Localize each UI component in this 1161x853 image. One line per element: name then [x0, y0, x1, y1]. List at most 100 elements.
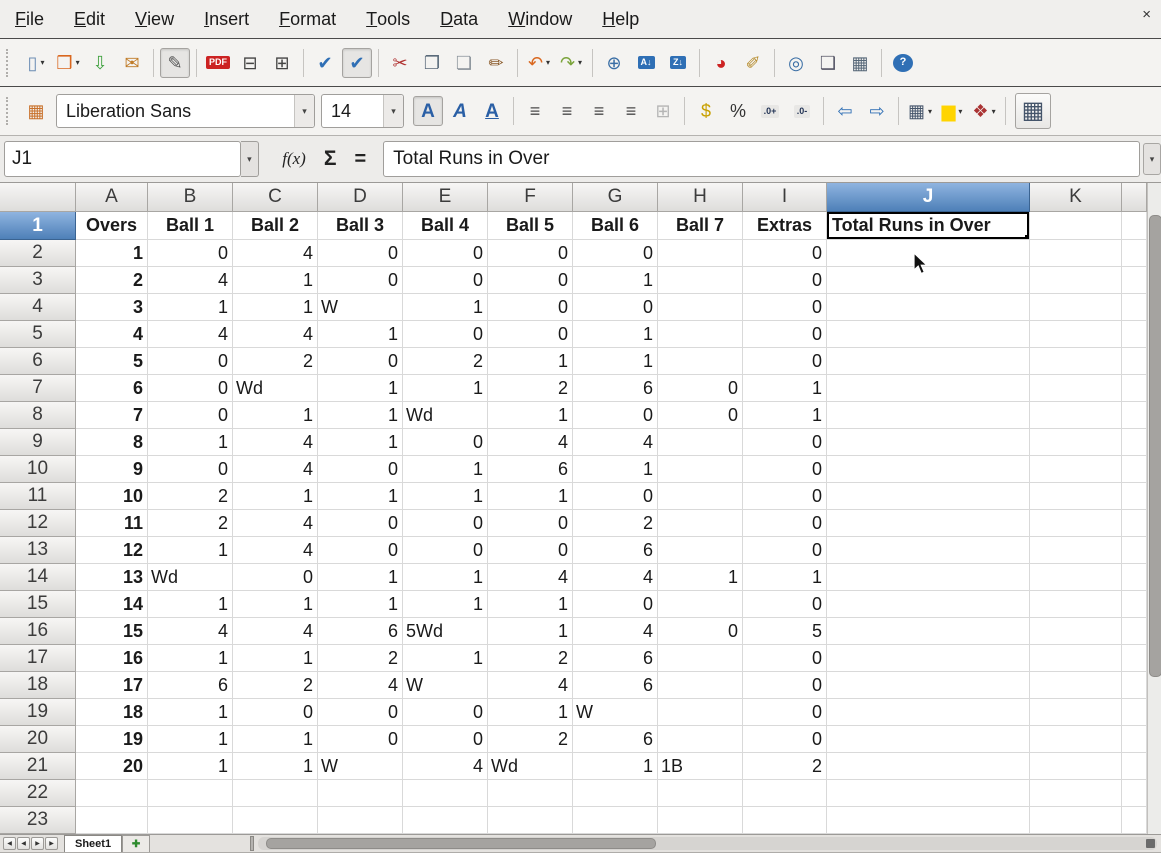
font-size-combo[interactable]: 14 ▾	[321, 94, 404, 128]
cell-G21[interactable]: 1	[573, 753, 658, 780]
row-header-20[interactable]: 20	[0, 726, 76, 753]
column-header-k[interactable]: K	[1030, 183, 1122, 212]
cell-D8[interactable]: 1	[318, 402, 403, 429]
cell-H8[interactable]: 0	[658, 402, 743, 429]
cell-J10[interactable]	[827, 456, 1030, 483]
cell-J21[interactable]	[827, 753, 1030, 780]
cell-F18[interactable]: 4	[488, 672, 573, 699]
cell-D13[interactable]: 0	[318, 537, 403, 564]
column-header-f[interactable]: F	[488, 183, 573, 212]
cell-H17[interactable]	[658, 645, 743, 672]
cell-D6[interactable]: 0	[318, 348, 403, 375]
cell-G16[interactable]: 4	[573, 618, 658, 645]
cell-I21[interactable]: 2	[743, 753, 827, 780]
cell-C14[interactable]: 0	[233, 564, 318, 591]
border-color-button[interactable]: ❖▾	[969, 96, 999, 126]
cell-G1[interactable]: Ball 6	[573, 212, 658, 240]
cell-D22[interactable]	[318, 780, 403, 807]
row-header-1[interactable]: 1	[0, 212, 76, 240]
cell-J17[interactable]	[827, 645, 1030, 672]
row-header-12[interactable]: 12	[0, 510, 76, 537]
cell-D1[interactable]: Ball 3	[318, 212, 403, 240]
cell-B12[interactable]: 2	[148, 510, 233, 537]
cell-D3[interactable]: 0	[318, 267, 403, 294]
cell-F21[interactable]: Wd	[488, 753, 573, 780]
cell-I6[interactable]: 0	[743, 348, 827, 375]
cell-J4[interactable]	[827, 294, 1030, 321]
cell-E17[interactable]: 1	[403, 645, 488, 672]
cell-E11[interactable]: 1	[403, 483, 488, 510]
cell-D12[interactable]: 0	[318, 510, 403, 537]
cell-G22[interactable]	[573, 780, 658, 807]
close-icon[interactable]: ×	[1142, 6, 1151, 23]
cell-D18[interactable]: 4	[318, 672, 403, 699]
cell-F17[interactable]: 2	[488, 645, 573, 672]
cell-J7[interactable]	[827, 375, 1030, 402]
cell-J2[interactable]	[827, 240, 1030, 267]
menu-view[interactable]: View	[120, 0, 189, 38]
cell-B13[interactable]: 1	[148, 537, 233, 564]
cell-I9[interactable]: 0	[743, 429, 827, 456]
cell-E23[interactable]	[403, 807, 488, 834]
draw-functions-button[interactable]: ✐	[738, 48, 768, 78]
cell-C17[interactable]: 1	[233, 645, 318, 672]
cell-D16[interactable]: 6	[318, 618, 403, 645]
cell-F10[interactable]: 6	[488, 456, 573, 483]
cell-C16[interactable]: 4	[233, 618, 318, 645]
cell-H3[interactable]	[658, 267, 743, 294]
cell-C2[interactable]: 4	[233, 240, 318, 267]
cell-G8[interactable]: 0	[573, 402, 658, 429]
cell-K13[interactable]	[1030, 537, 1122, 564]
cell-C8[interactable]: 1	[233, 402, 318, 429]
row-header-16[interactable]: 16	[0, 618, 76, 645]
cell-C11[interactable]: 1	[233, 483, 318, 510]
cell-K18[interactable]	[1030, 672, 1122, 699]
cell-A14[interactable]: 13	[76, 564, 148, 591]
row-header-17[interactable]: 17	[0, 645, 76, 672]
column-header-c[interactable]: C	[233, 183, 318, 212]
last-sheet-button[interactable]: ▶	[45, 837, 58, 850]
cell-E7[interactable]: 1	[403, 375, 488, 402]
print-preview-button[interactable]: ⊞	[267, 48, 297, 78]
cell-K6[interactable]	[1030, 348, 1122, 375]
cell-J12[interactable]	[827, 510, 1030, 537]
cell-F13[interactable]: 0	[488, 537, 573, 564]
open-button[interactable]: ❒▾	[53, 48, 83, 78]
delete-decimal-button[interactable]: .0-	[787, 96, 817, 126]
cell-H2[interactable]	[658, 240, 743, 267]
cell-D19[interactable]: 0	[318, 699, 403, 726]
menu-data[interactable]: Data	[425, 0, 493, 38]
cell-C21[interactable]: 1	[233, 753, 318, 780]
cell-F7[interactable]: 2	[488, 375, 573, 402]
vertical-scrollbar[interactable]	[1147, 183, 1161, 834]
cell-K17[interactable]	[1030, 645, 1122, 672]
table-grid-button[interactable]: ▦	[1015, 93, 1051, 129]
sort-ascending-button[interactable]: A↓	[631, 48, 661, 78]
formula-input[interactable]: Total Runs in Over	[383, 141, 1140, 177]
borders-button[interactable]: ▦▾	[905, 96, 935, 126]
cell-H12[interactable]	[658, 510, 743, 537]
cell-G18[interactable]: 6	[573, 672, 658, 699]
row-header-19[interactable]: 19	[0, 699, 76, 726]
cell-E13[interactable]: 0	[403, 537, 488, 564]
help-button[interactable]: ?	[888, 48, 918, 78]
cell-E12[interactable]: 0	[403, 510, 488, 537]
cell-D7[interactable]: 1	[318, 375, 403, 402]
cell-E18[interactable]: W	[403, 672, 488, 699]
cell-I4[interactable]: 0	[743, 294, 827, 321]
cell-A1[interactable]: Overs	[76, 212, 148, 240]
menu-help[interactable]: Help	[587, 0, 654, 38]
row-header-21[interactable]: 21	[0, 753, 76, 780]
cell-C20[interactable]: 1	[233, 726, 318, 753]
cell-D4[interactable]: W	[318, 294, 403, 321]
cell-D5[interactable]: 1	[318, 321, 403, 348]
row-header-9[interactable]: 9	[0, 429, 76, 456]
cell-I15[interactable]: 0	[743, 591, 827, 618]
cell-B1[interactable]: Ball 1	[148, 212, 233, 240]
cell-G13[interactable]: 6	[573, 537, 658, 564]
row-header-7[interactable]: 7	[0, 375, 76, 402]
cell-C1[interactable]: Ball 2	[233, 212, 318, 240]
cell-B22[interactable]	[148, 780, 233, 807]
scroll-right-button[interactable]	[1146, 839, 1155, 848]
sum-icon[interactable]: Σ	[324, 147, 337, 171]
